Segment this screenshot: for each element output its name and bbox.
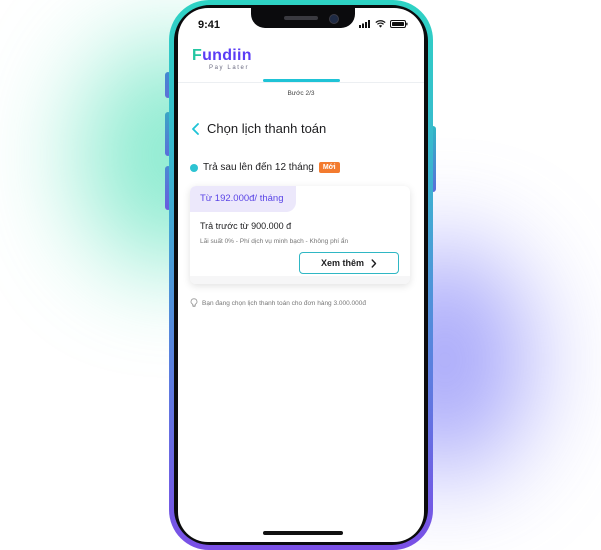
see-more-button[interactable]: Xem thêm	[299, 252, 399, 274]
section-heading: Trả sau lên đến 12 tháng Mới	[190, 162, 340, 173]
order-hint: Bạn đang chọn lịch thanh toán cho đơn hà…	[190, 298, 366, 308]
battery-icon	[390, 20, 408, 28]
front-camera	[329, 14, 339, 24]
brand-tagline: Pay Later	[209, 65, 250, 71]
page-header: Chọn lịch thanh toán	[190, 121, 326, 136]
prepay-amount: Trả trước từ 900.000 đ	[200, 221, 292, 231]
plan-terms-note: Lãi suất 0% - Phí dịch vụ minh bạch - Kh…	[200, 238, 349, 245]
speaker-grille	[284, 16, 318, 20]
section-label: Trả sau lên đến 12 tháng	[203, 162, 314, 173]
phone-screen: 9:41 Fundiin Pay Later Bước 2/3 Chọn lịc…	[178, 8, 424, 542]
monthly-price: Từ 192.000đ/ tháng	[190, 186, 296, 212]
chevron-left-icon[interactable]	[190, 122, 202, 136]
chevron-right-icon	[371, 258, 377, 268]
hint-text: Bạn đang chọn lịch thanh toán cho đơn hà…	[202, 299, 367, 307]
step-progress-bar	[263, 79, 340, 82]
brand-logo: Fundiin Pay Later	[192, 48, 252, 72]
wifi-icon	[375, 20, 386, 28]
brand-name-rest: undiin	[202, 47, 252, 64]
header-divider	[178, 82, 424, 83]
home-indicator[interactable]	[263, 531, 343, 535]
new-badge: Mới	[318, 162, 340, 173]
status-time: 9:41	[198, 19, 221, 31]
notch	[251, 8, 355, 28]
step-indicator: Bước 2/3	[287, 90, 315, 97]
hexagon-bullet-icon	[190, 163, 198, 172]
brand-name: Fundiin	[192, 48, 252, 64]
brand-initial: F	[192, 47, 203, 64]
signal-icon	[359, 20, 370, 28]
phone-frame: 9:41 Fundiin Pay Later Bước 2/3 Chọn lịc…	[169, 0, 433, 550]
stage: 9:41 Fundiin Pay Later Bước 2/3 Chọn lịc…	[0, 0, 601, 550]
see-more-label: Xem thêm	[320, 258, 364, 268]
card-footer	[190, 276, 410, 284]
status-icons	[359, 20, 408, 28]
lightbulb-icon	[190, 298, 198, 308]
page-title: Chọn lịch thanh toán	[207, 121, 327, 136]
plan-card[interactable]: Từ 192.000đ/ tháng Trả trước từ 900.000 …	[190, 186, 410, 284]
